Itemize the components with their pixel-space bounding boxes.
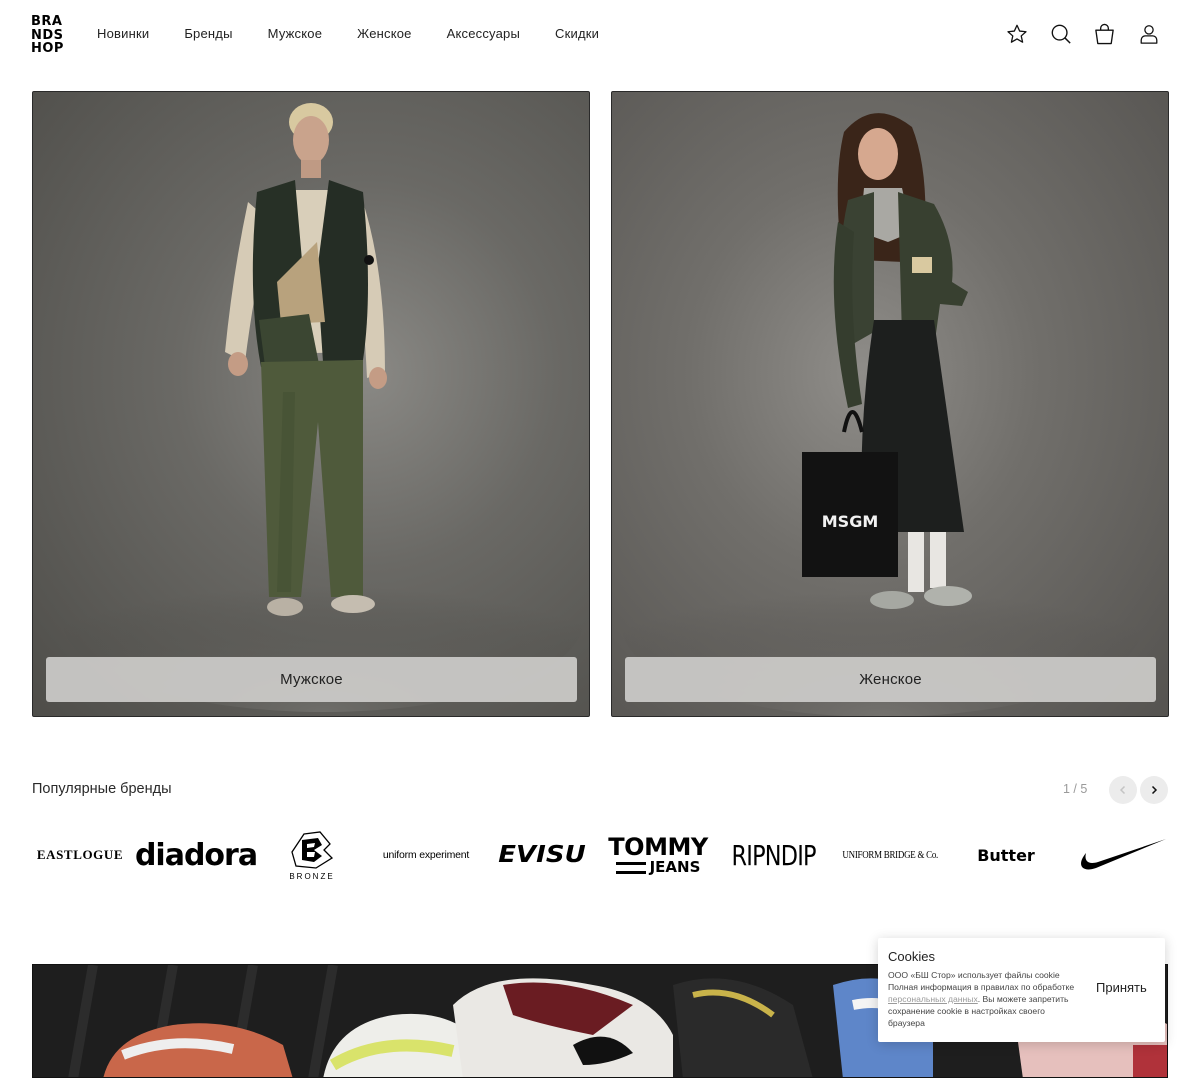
header-actions — [1005, 20, 1160, 48]
brands-pager: 1 / 5 — [1063, 782, 1088, 796]
brand-logo-ripndip[interactable]: RIPNDIP — [726, 822, 822, 888]
brand-logo-nike[interactable] — [1072, 822, 1168, 888]
nav-item-new[interactable]: Новинки — [97, 25, 149, 43]
brand-logo-text: uniform experiment — [382, 849, 470, 861]
brand-logo-text: UNIFORM BRIDGE & Co. — [842, 849, 938, 861]
popular-brands-heading: Популярные бренды — [32, 781, 172, 797]
logo-line-2: NDS — [31, 27, 64, 43]
brand-logo-butter[interactable]: Butter — [958, 822, 1054, 888]
logo-line-1: BRA — [31, 14, 63, 29]
brand-logo-text: EVISU — [498, 841, 586, 869]
bag-logo-text: MSGM — [822, 512, 879, 531]
brand-logo-tommy-jeans[interactable]: TOMMY JEANS — [608, 822, 708, 888]
brand-logo-uniform-experiment[interactable]: uniform experiment — [378, 822, 474, 888]
men-model-photo — [63, 103, 583, 712]
user-icon[interactable] — [1137, 20, 1160, 48]
cookie-title: Cookies — [888, 949, 935, 964]
brands-carousel: EASTLOGUE diadora BRONZE uniform experim… — [32, 822, 1168, 888]
cookie-consent-popup: Cookies ООО «БШ Стор» использует файлы c… — [878, 938, 1165, 1042]
site-header: BRA NDS HOP Новинки Бренды Мужское Женск… — [0, 0, 1200, 70]
brand-logo-eastlogue[interactable]: EASTLOGUE — [32, 822, 128, 888]
brand-logo-evisu[interactable]: EVISU — [494, 822, 590, 888]
brand-logo-text: TOMMY — [608, 833, 708, 861]
nav-item-sale[interactable]: Скидки — [555, 25, 599, 43]
search-icon[interactable] — [1049, 20, 1072, 48]
brand-logo-diadora[interactable]: diadora — [135, 822, 258, 888]
main-nav: Новинки Бренды Мужское Женское Аксессуар… — [97, 25, 634, 43]
women-category-button[interactable]: Женское — [625, 657, 1156, 702]
brand-logo-text: RIPNDIP — [731, 838, 817, 872]
brand-logo-bronze[interactable]: BRONZE — [282, 822, 342, 888]
cookie-text-before: ООО «БШ Стор» использует файлы cookie По… — [888, 970, 1075, 992]
men-category-button[interactable]: Мужское — [46, 657, 577, 702]
nike-swoosh-icon — [1081, 839, 1166, 870]
brands-prev-button[interactable] — [1109, 776, 1137, 804]
brand-logo-text: JEANS — [649, 858, 701, 876]
brand-logo-text: EASTLOGUE — [36, 847, 124, 862]
brandshop-logo[interactable]: BRA NDS HOP — [31, 15, 67, 56]
tommy-flag-icon — [615, 861, 646, 874]
star-icon[interactable] — [1005, 20, 1028, 48]
hero-card-men[interactable]: Мужское — [32, 91, 590, 717]
cookie-accept-button[interactable]: Принять — [1096, 980, 1147, 995]
personal-data-link[interactable]: персональных данных — [888, 994, 978, 1004]
chevron-right-icon — [1151, 785, 1158, 795]
brand-logo-text: Butter — [977, 845, 1035, 865]
logo-line-3: HOP — [31, 41, 64, 56]
nav-item-women[interactable]: Женское — [357, 25, 411, 43]
brand-logo-text: BRONZE — [289, 871, 335, 881]
bag-icon[interactable] — [1093, 20, 1116, 48]
bronze-b-icon — [291, 830, 334, 869]
brands-next-button[interactable] — [1140, 776, 1168, 804]
cookie-text: ООО «БШ Стор» использует файлы cookie По… — [888, 969, 1084, 1029]
nav-item-brands[interactable]: Бренды — [184, 25, 232, 43]
brand-logo-text: diadora — [134, 837, 258, 873]
brand-logo-uniform-bridge[interactable]: UNIFORM BRIDGE & Co. — [842, 822, 938, 888]
nav-item-men[interactable]: Мужское — [268, 25, 323, 43]
hero-card-women[interactable]: MSGM Женское — [611, 91, 1169, 717]
nav-item-accessories[interactable]: Аксессуары — [447, 25, 520, 43]
women-model-photo: MSGM — [622, 113, 1142, 716]
chevron-left-icon — [1119, 785, 1126, 795]
